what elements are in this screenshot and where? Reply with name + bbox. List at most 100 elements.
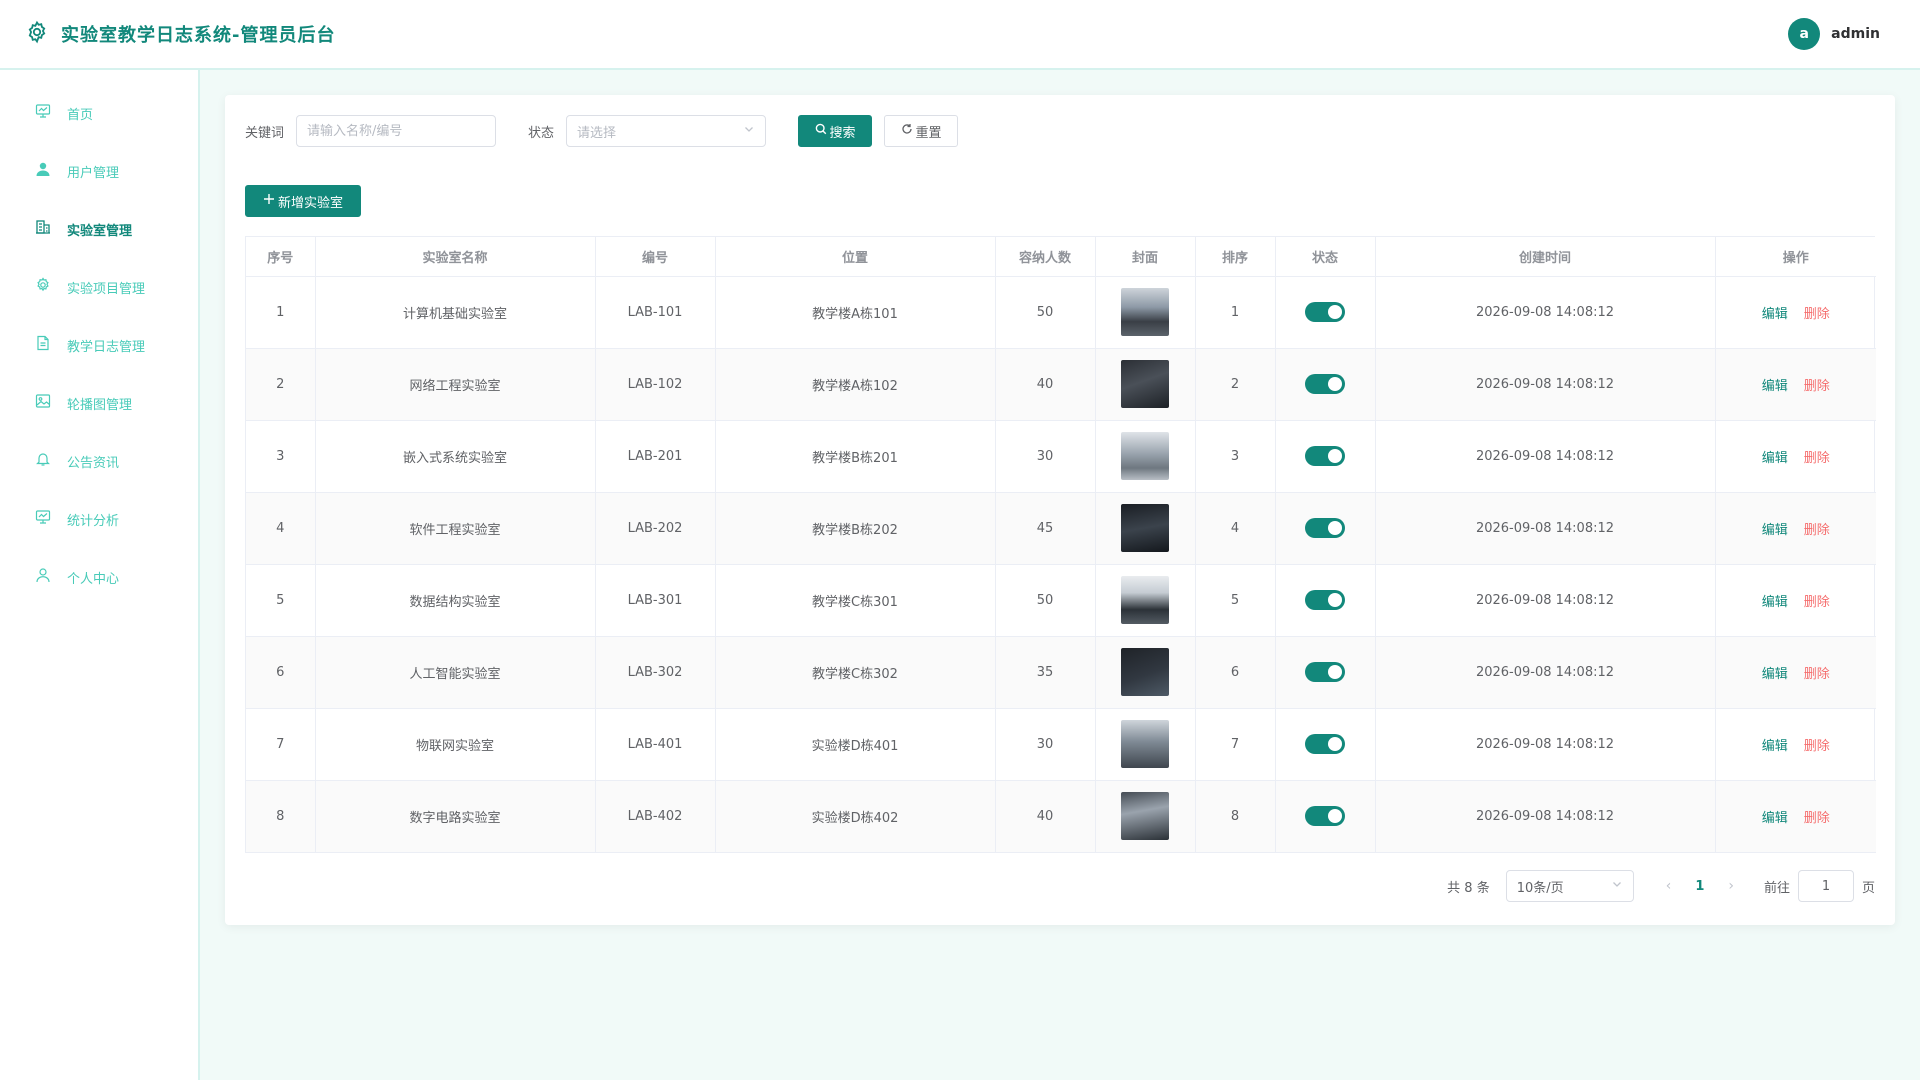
cell-actions: 编辑 删除 bbox=[1715, 420, 1876, 493]
cell-location: 教学楼A栋101 bbox=[715, 276, 996, 349]
delete-button[interactable]: 删除 bbox=[1804, 379, 1830, 394]
delete-button[interactable]: 删除 bbox=[1804, 451, 1830, 466]
user-menu[interactable]: a admin bbox=[1788, 18, 1880, 50]
cell-capacity: 35 bbox=[995, 636, 1096, 709]
cell-created-time: 2026-09-08 14:08:12 bbox=[1375, 636, 1716, 709]
cell-status bbox=[1275, 492, 1376, 565]
sidebar-item-stats[interactable]: 统计分析 bbox=[0, 490, 198, 548]
keyword-input[interactable] bbox=[296, 115, 497, 147]
cell-location: 教学楼C栋301 bbox=[715, 564, 996, 637]
edit-button[interactable]: 编辑 bbox=[1762, 595, 1788, 610]
edit-button[interactable]: 编辑 bbox=[1762, 811, 1788, 826]
edit-button[interactable]: 编辑 bbox=[1762, 739, 1788, 754]
lab-cover-image[interactable] bbox=[1121, 288, 1169, 336]
building-icon bbox=[35, 219, 51, 239]
search-button[interactable]: 搜索 bbox=[798, 115, 873, 147]
edit-button[interactable]: 编辑 bbox=[1762, 451, 1788, 466]
sidebar-item-logs[interactable]: 教学日志管理 bbox=[0, 316, 198, 374]
cell-sort: 7 bbox=[1195, 708, 1276, 781]
delete-button[interactable]: 删除 bbox=[1804, 307, 1830, 322]
cell-cover bbox=[1095, 780, 1196, 853]
status-toggle[interactable] bbox=[1305, 374, 1345, 394]
cell-capacity: 40 bbox=[995, 780, 1096, 853]
main-card: 关键词 状态 请选择 搜索 重置 新增实验室 bbox=[225, 95, 1895, 925]
add-lab-button[interactable]: 新增实验室 bbox=[245, 185, 361, 217]
status-toggle[interactable] bbox=[1305, 446, 1345, 466]
cell-cover bbox=[1095, 276, 1196, 349]
cell-cover bbox=[1095, 564, 1196, 637]
delete-button[interactable]: 删除 bbox=[1804, 811, 1830, 826]
filter-bar: 关键词 状态 请选择 搜索 重置 bbox=[245, 115, 959, 147]
status-toggle[interactable] bbox=[1305, 590, 1345, 610]
status-toggle[interactable] bbox=[1305, 806, 1345, 826]
status-toggle[interactable] bbox=[1305, 734, 1345, 754]
cell-capacity: 30 bbox=[995, 420, 1096, 493]
edit-button[interactable]: 编辑 bbox=[1762, 667, 1788, 682]
cell-actions: 编辑 删除 bbox=[1715, 636, 1876, 709]
lab-cover-image[interactable] bbox=[1121, 720, 1169, 768]
cell-created-time: 2026-09-08 14:08:12 bbox=[1375, 420, 1716, 493]
sidebar-item-users[interactable]: 用户管理 bbox=[0, 142, 198, 200]
sidebar-item-label: 首页 bbox=[67, 107, 94, 123]
cell-capacity: 45 bbox=[995, 492, 1096, 565]
prev-page-icon[interactable]: ‹ bbox=[1656, 878, 1682, 894]
pagination: 共 8 条 10条/页 ‹ 1 › 前往 页 bbox=[1447, 870, 1875, 902]
bell-icon bbox=[35, 451, 51, 471]
username[interactable]: admin bbox=[1831, 26, 1880, 42]
lab-cover-image[interactable] bbox=[1121, 504, 1169, 552]
edit-button[interactable]: 编辑 bbox=[1762, 523, 1788, 538]
goto-page-input[interactable] bbox=[1797, 870, 1854, 902]
lab-cover-image[interactable] bbox=[1121, 648, 1169, 696]
cell-actions: 编辑 删除 bbox=[1715, 492, 1876, 565]
status-select[interactable]: 请选择 bbox=[566, 115, 767, 147]
cell-location: 实验楼D栋401 bbox=[715, 708, 996, 781]
lab-cover-image[interactable] bbox=[1121, 360, 1169, 408]
sidebar-item-carousel[interactable]: 轮播图管理 bbox=[0, 374, 198, 432]
edit-button[interactable]: 编辑 bbox=[1762, 307, 1788, 322]
edit-button[interactable]: 编辑 bbox=[1762, 379, 1788, 394]
page-number[interactable]: 1 bbox=[1681, 879, 1718, 894]
cell-created-time: 2026-09-08 14:08:12 bbox=[1375, 348, 1716, 421]
sidebar-item-label: 用户管理 bbox=[67, 165, 120, 181]
lab-cover-image[interactable] bbox=[1121, 432, 1169, 480]
reset-button[interactable]: 重置 bbox=[884, 115, 959, 147]
cell-cover bbox=[1095, 492, 1196, 565]
avatar[interactable]: a bbox=[1788, 18, 1821, 50]
cell-lab-code: LAB-202 bbox=[595, 492, 716, 565]
cell-lab-name: 计算机基础实验室 bbox=[315, 276, 596, 349]
lab-cover-image[interactable] bbox=[1121, 792, 1169, 840]
status-toggle[interactable] bbox=[1305, 302, 1345, 322]
sidebar-item-home[interactable]: 首页 bbox=[0, 84, 198, 142]
monitor-icon bbox=[35, 103, 51, 123]
sidebar-item-projects[interactable]: 实验项目管理 bbox=[0, 258, 198, 316]
delete-button[interactable]: 删除 bbox=[1804, 739, 1830, 754]
user-icon bbox=[35, 161, 51, 181]
delete-button[interactable]: 删除 bbox=[1804, 667, 1830, 682]
next-page-icon[interactable]: › bbox=[1718, 878, 1744, 894]
column-header: 位置 bbox=[715, 237, 996, 277]
sidebar-item-labs[interactable]: 实验室管理 bbox=[0, 200, 198, 258]
page-size-select[interactable]: 10条/页 bbox=[1505, 870, 1634, 902]
delete-button[interactable]: 删除 bbox=[1804, 523, 1830, 538]
sidebar-item-profile[interactable]: 个人中心 bbox=[0, 548, 198, 606]
user-outline-icon bbox=[35, 567, 51, 587]
search-button-label: 搜索 bbox=[829, 125, 856, 141]
cell-lab-name: 人工智能实验室 bbox=[315, 636, 596, 709]
sidebar-item-notices[interactable]: 公告资讯 bbox=[0, 432, 198, 490]
table-row: 3 嵌入式系统实验室 LAB-201 教学楼B栋201 30 3 2026-09-08 14… bbox=[246, 420, 1876, 493]
cell-capacity: 50 bbox=[995, 276, 1096, 349]
cell-cover bbox=[1095, 348, 1196, 421]
table-row: 8 数字电路实验室 LAB-402 实验楼D栋402 40 8 2026-09-08 14:… bbox=[246, 780, 1876, 853]
cell-created-time: 2026-09-08 14:08:12 bbox=[1375, 564, 1716, 637]
lab-cover-image[interactable] bbox=[1121, 576, 1169, 624]
cell-lab-code: LAB-402 bbox=[595, 780, 716, 853]
cell-lab-name: 嵌入式系统实验室 bbox=[315, 420, 596, 493]
delete-button[interactable]: 删除 bbox=[1804, 595, 1830, 610]
cell-actions: 编辑 删除 bbox=[1715, 780, 1876, 853]
status-toggle[interactable] bbox=[1305, 662, 1345, 682]
cell-sort: 2 bbox=[1195, 348, 1276, 421]
cell-sort: 1 bbox=[1195, 276, 1276, 349]
column-header: 排序 bbox=[1195, 237, 1276, 277]
cell-sort: 5 bbox=[1195, 564, 1276, 637]
status-toggle[interactable] bbox=[1305, 518, 1345, 538]
